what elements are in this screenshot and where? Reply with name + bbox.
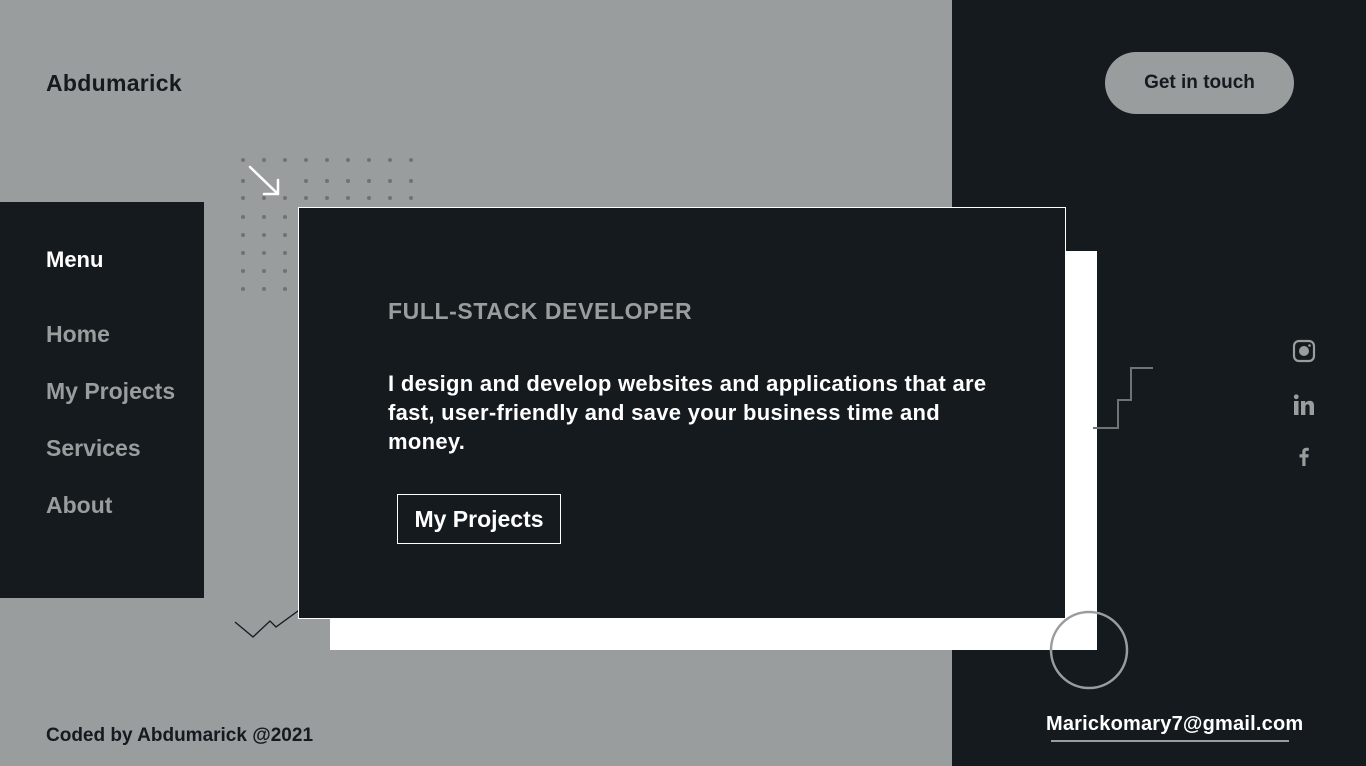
menu-item-home[interactable]: Home <box>46 321 110 348</box>
hero-description: I design and develop websites and applic… <box>388 371 987 454</box>
arrow-down-right-icon <box>248 165 280 196</box>
menu-item-about[interactable]: About <box>46 492 112 519</box>
get-in-touch-button[interactable]: Get in touch <box>1105 52 1294 114</box>
facebook-icon[interactable] <box>1292 444 1316 468</box>
instagram-icon[interactable] <box>1292 339 1316 363</box>
stairs-decoration <box>1093 367 1153 429</box>
menu-title: Menu <box>46 247 104 272</box>
linkedin-icon[interactable] <box>1292 393 1316 417</box>
role-heading: FULL-STACK DEVELOPER <box>388 298 693 324</box>
menu-item-my-projects[interactable]: My Projects <box>46 378 175 405</box>
site-logo[interactable]: Abdumarick <box>46 70 182 97</box>
footer-credit: Coded by Abdumarick @2021 <box>46 725 314 746</box>
circle-decoration <box>1049 610 1129 690</box>
email-underline <box>1051 740 1289 742</box>
my-projects-button[interactable]: My Projects <box>397 494 561 544</box>
email-link[interactable]: Marickomary7@gmail.com <box>1046 713 1303 736</box>
menu-item-services[interactable]: Services <box>46 435 141 462</box>
